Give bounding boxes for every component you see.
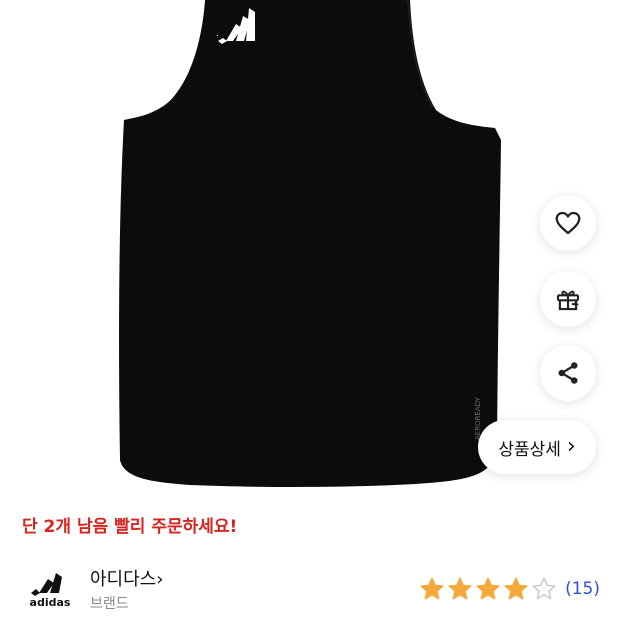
star-rating (419, 576, 557, 602)
review-count[interactable]: (15) (565, 579, 600, 599)
adidas-logo-icon: adidas (30, 573, 71, 609)
svg-text:adidas: adidas (30, 596, 71, 609)
star-filled-icon (504, 577, 528, 600)
rating[interactable]: (15) (419, 576, 600, 602)
chevron-right-icon: › (156, 569, 164, 590)
heart-icon (555, 211, 581, 235)
share-icon (558, 362, 578, 384)
star-empty-icon (532, 577, 556, 600)
brand-subtitle: 브랜드 (90, 596, 129, 612)
star-filled-icon (420, 577, 444, 600)
product-detail-label: 상품상세 (498, 439, 561, 460)
low-stock-message: 단 2개 남음 빨리 주문하세요! (22, 517, 238, 537)
gift-button[interactable] (540, 271, 596, 327)
brand-name: 아디다스 (90, 569, 157, 590)
wishlist-button[interactable] (540, 195, 596, 251)
product-detail-button[interactable]: 상품상세 › (478, 420, 596, 474)
brand-name-link[interactable]: 아디다스› (90, 565, 163, 591)
chevron-right-icon: › (566, 434, 576, 459)
brand-logo[interactable]: adidas (22, 560, 78, 616)
star-filled-icon (476, 577, 500, 600)
gift-icon (556, 290, 580, 311)
share-button[interactable] (540, 345, 596, 401)
star-filled-icon (448, 577, 472, 600)
